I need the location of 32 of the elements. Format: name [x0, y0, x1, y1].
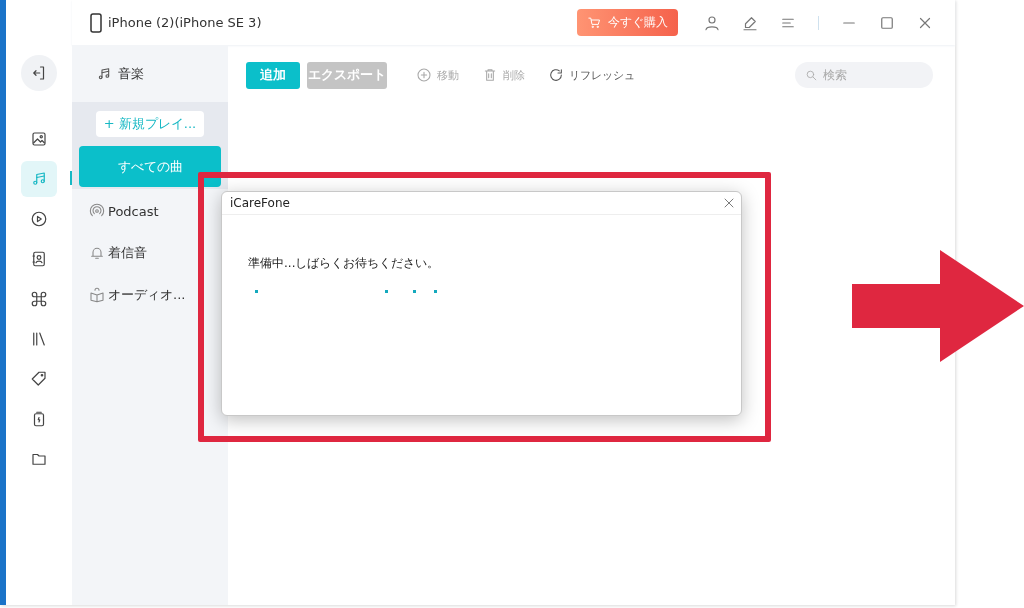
image-icon [30, 130, 48, 148]
bell-icon [89, 245, 105, 261]
search-field[interactable]: 検索 [795, 62, 933, 88]
trash-icon [482, 67, 498, 83]
refresh-icon [548, 67, 564, 83]
dialog-message: 準備中...しばらくお待ちください。 [247, 255, 441, 272]
add-button[interactable]: 追加 [246, 61, 300, 89]
device-name: iPhone (2)(iPhone SE 3) [108, 15, 262, 30]
podcast-icon [89, 203, 105, 219]
play-icon [30, 210, 48, 228]
new-playlist-button[interactable]: + 新規プレイ... [96, 111, 204, 137]
playlist-item[interactable]: オーディオ... [72, 274, 228, 316]
command-icon [30, 290, 48, 308]
search-icon [805, 69, 818, 82]
phone-icon [90, 12, 102, 33]
contacts-icon [30, 250, 48, 268]
section-title: 音楽 [118, 64, 144, 83]
buy-button[interactable]: 今すぐ購入 [577, 9, 678, 36]
music-note-icon [96, 65, 112, 82]
playlist-item[interactable]: Podcast [72, 190, 228, 232]
toolbar-action[interactable]: リフレッシュ [548, 67, 635, 83]
tag-icon [30, 370, 48, 388]
cart-icon [587, 15, 602, 30]
library-icon [30, 330, 48, 348]
playlist-item[interactable]: 着信音 [72, 232, 228, 274]
playlist-item[interactable]: すべての曲 [79, 146, 221, 187]
selection-indicator [70, 171, 72, 185]
music-note-icon [30, 170, 48, 188]
audiobook-icon [89, 287, 105, 303]
dialog-title: iCareFone [230, 196, 290, 210]
plus-circle-icon [416, 67, 432, 83]
exit-button[interactable] [21, 55, 57, 91]
